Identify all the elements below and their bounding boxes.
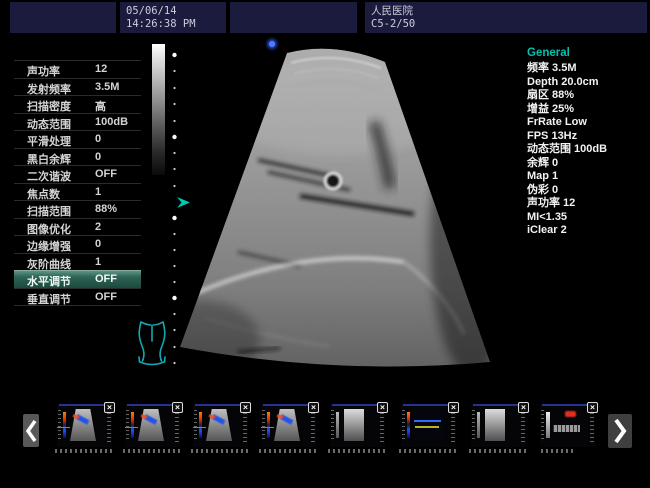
thumbnail-close-icon[interactable]: × <box>377 402 388 413</box>
info-mi: MI<1.35 <box>527 211 647 225</box>
probe-model: C5-2/50 <box>371 18 415 30</box>
param-value: 1 <box>95 186 101 198</box>
param-value: 3.5M <box>95 81 119 93</box>
focus-marker-icon <box>177 197 190 208</box>
thumbnail-6[interactable]: × <box>401 404 456 447</box>
thumbnail-4[interactable]: × <box>261 404 316 447</box>
thumbnail-close-icon[interactable]: × <box>448 402 459 413</box>
general-info-panel: General 频率 3.5M Depth 20.0cm 扇区 88% 增益 2… <box>527 47 647 238</box>
probe-orientation-dot <box>267 39 278 50</box>
thumbnail-5[interactable]: × <box>330 404 385 447</box>
ultrasound-image <box>130 35 510 380</box>
topbar-panel-empty-2 <box>230 2 357 33</box>
depth-scale <box>172 53 176 364</box>
param-value: OFF <box>95 168 117 180</box>
thumbnail-caption <box>399 449 456 453</box>
param-value: OFF <box>95 273 117 285</box>
info-fps: FPS 13Hz <box>527 130 647 144</box>
param-row-horizontal-adjust-selected[interactable]: 水平调节OFF <box>14 270 141 288</box>
param-value: 0 <box>95 238 101 250</box>
thumbnail-caption <box>55 449 112 453</box>
thumbnail-caption <box>328 449 385 453</box>
thumbnail-close-icon[interactable]: × <box>104 402 115 413</box>
param-row-edge-enhance[interactable]: 边缘增强0 <box>14 235 141 253</box>
ultrasound-fan-sector <box>140 38 510 380</box>
thumbnail-2[interactable]: × <box>125 404 180 447</box>
param-value: 88% <box>95 203 117 215</box>
param-row-image-optimization[interactable]: 图像优化2 <box>14 218 141 236</box>
topbar-panel-empty-1 <box>10 2 116 33</box>
info-persistence: 余辉 0 <box>527 157 647 171</box>
thumbnail-caption <box>123 449 180 453</box>
general-panel-title: General <box>527 47 647 59</box>
info-frame-rate: FrRate Low <box>527 116 647 130</box>
thumbnail-caption <box>259 449 316 453</box>
info-pseudocolor: 伪彩 0 <box>527 184 647 198</box>
body-marker-icon <box>139 322 165 365</box>
thumbnail-8[interactable]: × <box>540 404 595 447</box>
info-map: Map 1 <box>527 170 647 184</box>
param-label: 垂直调节 <box>27 291 71 307</box>
param-row-bw-persistence[interactable]: 黑白余辉0 <box>14 148 141 166</box>
thumbnail-caption <box>469 449 526 453</box>
param-value: OFF <box>95 291 117 303</box>
thumbnail-close-icon[interactable]: × <box>308 402 319 413</box>
topbar-datetime-panel: 05/06/1414:26:38 PM <box>120 2 226 33</box>
thumbnail-caption <box>541 449 575 453</box>
thumbnail-3[interactable]: × <box>193 404 248 447</box>
param-row-scan-range[interactable]: 扫描范围88% <box>14 200 141 218</box>
info-dynamic-range: 动态范围 100dB <box>527 143 647 157</box>
param-row-scan-density[interactable]: 扫描密度高 <box>14 95 141 113</box>
param-row-acoustic-power[interactable]: 声功率12 <box>14 60 141 78</box>
hospital-name: 人民医院 <box>371 5 413 17</box>
info-frequency: 频率 3.5M <box>527 62 647 76</box>
ultrasound-console-screen: 05/06/1414:26:38 PM 人民医院C5-2/50 声功率12 发射… <box>0 0 650 488</box>
topbar-hospital-panel: 人民医院C5-2/50 <box>365 2 647 33</box>
param-row-smoothing[interactable]: 平滑处理0 <box>14 130 141 148</box>
param-value: 0 <box>95 133 101 145</box>
param-row-dynamic-range[interactable]: 动态范围100dB <box>14 113 141 131</box>
info-depth: Depth 20.0cm <box>527 76 647 90</box>
param-value: 1 <box>95 256 101 268</box>
thumbnail-close-icon[interactable]: × <box>587 402 598 413</box>
thumbnail-caption <box>191 449 248 453</box>
info-acoustic-power: 声功率 12 <box>527 197 647 211</box>
param-row-tx-frequency[interactable]: 发射频率3.5M <box>14 78 141 96</box>
param-value: 12 <box>95 63 107 75</box>
parameter-menu: 声功率12 发射频率3.5M 扫描密度高 动态范围100dB 平滑处理0 黑白余… <box>14 60 141 306</box>
param-value: 100dB <box>95 116 128 128</box>
param-row-focus-number[interactable]: 焦点数1 <box>14 183 141 201</box>
thumbnail-close-icon[interactable]: × <box>518 402 529 413</box>
thumbnail-1[interactable]: × <box>57 404 112 447</box>
thumbnail-close-icon[interactable]: × <box>172 402 183 413</box>
param-value: 2 <box>95 221 101 233</box>
thumbnail-close-icon[interactable]: × <box>240 402 251 413</box>
info-sector: 扇区 88% <box>527 89 647 103</box>
info-gain: 增益 25% <box>527 103 647 117</box>
chevron-left-icon <box>25 419 37 443</box>
param-value: 0 <box>95 151 101 163</box>
thumbnails-scroll-right-button[interactable] <box>608 414 632 448</box>
date-text: 05/06/14 <box>126 5 177 17</box>
thumbnail-7[interactable]: × <box>471 404 526 447</box>
param-row-gray-curve[interactable]: 灰阶曲线1 <box>14 253 141 271</box>
thumbnails-scroll-left-button[interactable] <box>23 414 39 447</box>
chevron-right-icon <box>613 418 627 444</box>
param-row-second-harmonic[interactable]: 二次谐波OFF <box>14 165 141 183</box>
time-text: 14:26:38 PM <box>126 18 196 30</box>
param-row-vertical-adjust[interactable]: 垂直调节 OFF <box>14 288 141 306</box>
info-iclear: iClear 2 <box>527 224 647 238</box>
